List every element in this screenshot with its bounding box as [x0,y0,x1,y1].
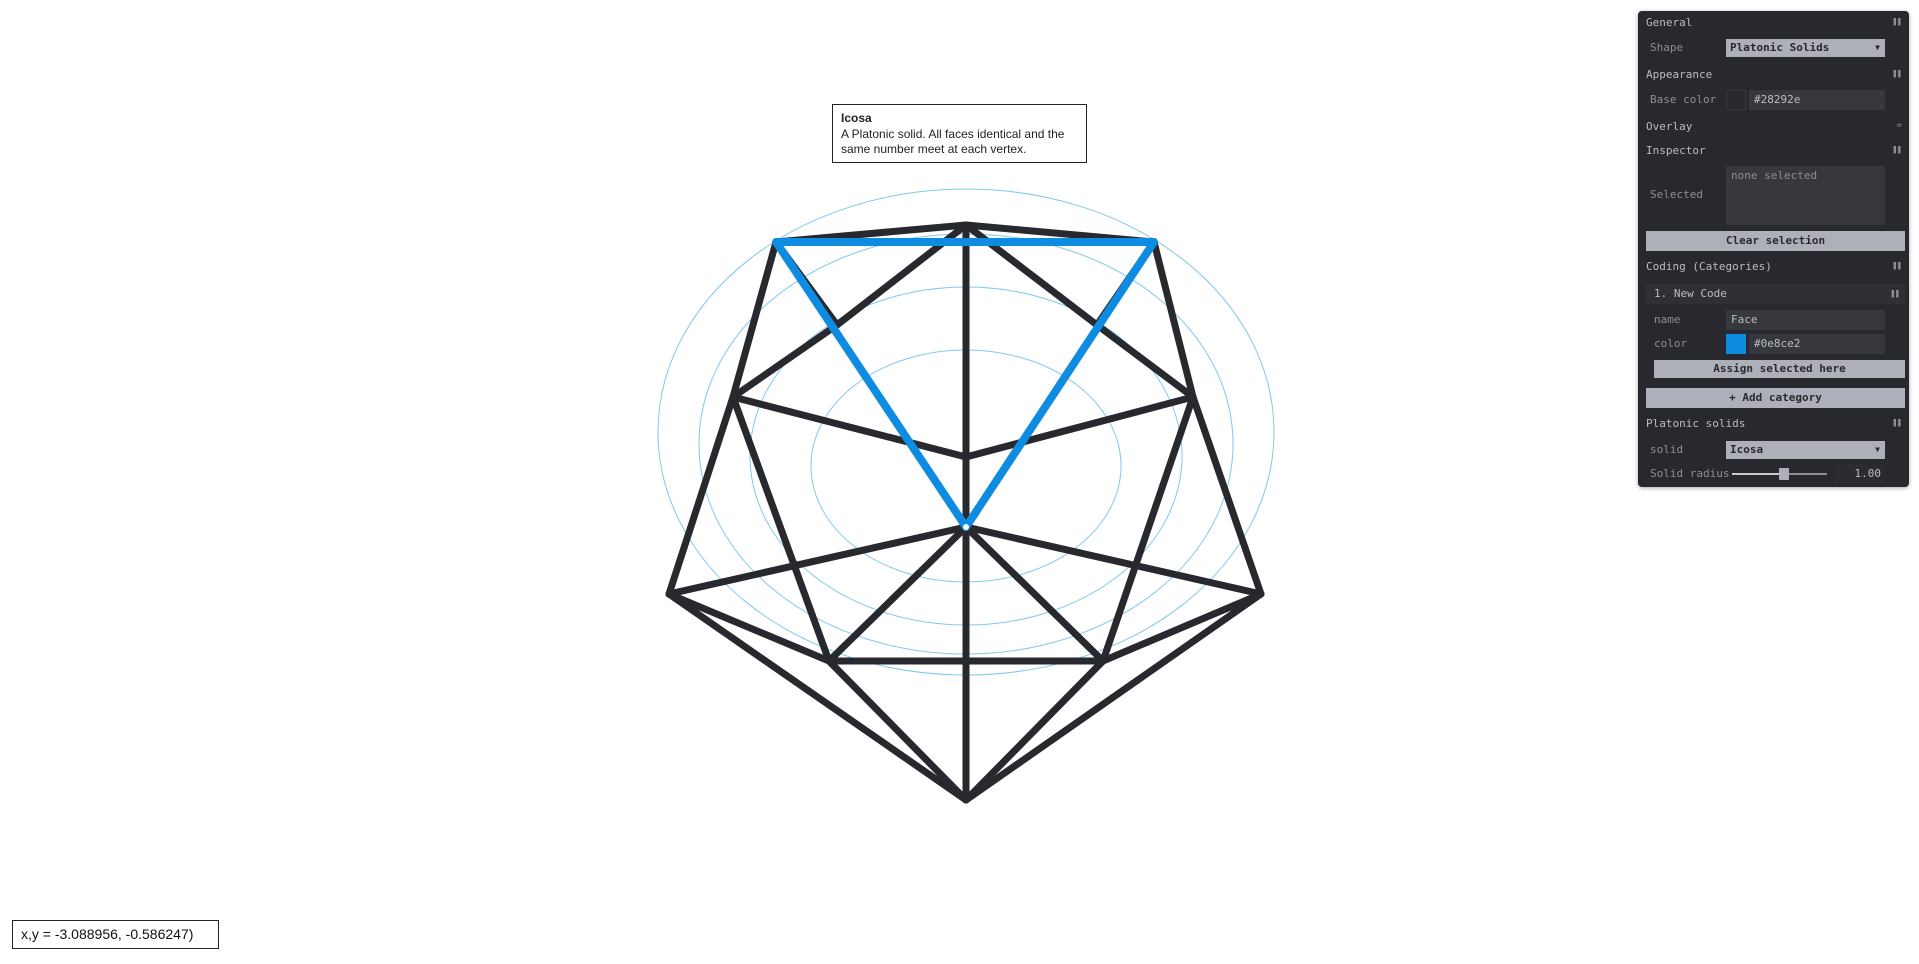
category-title: 1. New Code [1654,287,1727,300]
folder-overlay-title: Overlay [1646,120,1693,133]
add-category-button[interactable]: + Add category [1646,388,1905,408]
folder-coding-title: Coding (Categories) [1646,260,1772,273]
tooltip-title: Icosa [841,111,872,125]
folder-inspector-title: Inspector [1646,144,1706,157]
selected-textarea[interactable]: none selected [1726,166,1885,225]
folder-platonic-title: Platonic solids [1646,417,1746,430]
wireframe-edge [962,523,1107,665]
collapse-icon[interactable]: ❚❚ [1892,142,1902,159]
wireframe-edge [665,523,970,598]
expand-icon[interactable]: = [1897,118,1903,135]
category-folder[interactable]: 1. New Code ❚❚ [1646,284,1905,304]
solid-radius-input[interactable]: 1.00 [1834,464,1885,484]
wireframe-edge [729,393,833,665]
folder-general-title: General [1646,16,1693,29]
solid-radius-label: Solid radius [1650,467,1730,480]
folder-appearance[interactable]: Appearance ❚❚ [1646,66,1902,83]
category-name-label: name [1654,313,1681,326]
solid-radius-row: Solid radius 1.00 [1646,464,1905,484]
folder-coding[interactable]: Coding (Categories) ❚❚ [1646,258,1902,275]
controls-panel: General ❚❚ Shape Platonic Solids ▼ Appea… [1638,11,1909,487]
tooltip-description: A Platonic solid. All faces identical an… [841,127,1065,156]
collapse-icon[interactable]: ❚❚ [1892,258,1902,275]
shape-select[interactable]: Platonic Solids ▼ [1726,39,1885,57]
chevron-down-icon: ▼ [1875,43,1880,52]
collapse-icon[interactable]: ❚❚ [1892,14,1902,31]
shape-label: Shape [1650,41,1684,54]
wireframe-edge [825,657,970,804]
category-name-input[interactable]: Face [1726,310,1885,330]
wireframe-edge [962,523,1265,598]
base-color-label: Base color [1650,93,1717,106]
folder-general[interactable]: General ❚❚ [1646,14,1902,31]
base-color-row: Base color #28292e [1646,90,1905,110]
clear-selection-button[interactable]: Clear selection [1646,231,1905,251]
chevron-down-icon: ▼ [1875,445,1880,454]
collapse-icon[interactable]: ❚❚ [1892,415,1902,432]
icosahedron-wireframe [665,221,1265,804]
base-color-input[interactable]: #28292e [1749,90,1885,110]
wireframe-edge [825,523,970,665]
collapse-icon[interactable]: ❚❚ [1892,66,1902,83]
solid-radius-handle[interactable] [1779,468,1790,480]
coordinate-readout: x,y = -3.088956, -0.586247) [12,920,219,949]
category-color-label: color [1654,337,1688,350]
category-color-swatch[interactable] [1726,334,1746,354]
selected-row: Selected none selected [1646,166,1905,225]
category-color-row: color #0e8ce2 [1650,334,1905,354]
wireframe-edge [962,393,1197,461]
solid-row: solid Icosa ▼ [1646,440,1905,460]
wireframe-edge [1189,393,1265,598]
collapse-icon[interactable]: ❚❚ [1890,284,1900,304]
category-color-input[interactable]: #0e8ce2 [1749,334,1885,354]
base-color-swatch[interactable] [1726,90,1746,110]
selected-label: Selected [1650,188,1703,201]
shape-tooltip: Icosa A Platonic solid. All faces identi… [832,104,1087,163]
shape-select-value: Platonic Solids [1730,41,1830,54]
shape-row: Shape Platonic Solids ▼ [1646,38,1905,58]
folder-inspector[interactable]: Inspector ❚❚ [1646,142,1902,159]
solid-select[interactable]: Icosa ▼ [1726,441,1885,459]
solid-select-value: Icosa [1730,443,1764,456]
folder-platonic[interactable]: Platonic solids ❚❚ [1646,415,1902,432]
wireframe-edge [729,393,970,461]
wireframe-edge [1099,393,1197,665]
assign-selected-button[interactable]: Assign selected here [1654,360,1905,378]
wireframe-edge [665,393,737,598]
selected-vertex-marker [963,524,969,530]
solid-label: solid [1650,443,1684,456]
folder-appearance-title: Appearance [1646,68,1713,81]
solid-radius-fill [1732,473,1785,475]
folder-overlay[interactable]: Overlay = [1646,118,1903,135]
category-name-row: name Face [1650,310,1905,330]
wireframe-edge [962,657,1107,804]
